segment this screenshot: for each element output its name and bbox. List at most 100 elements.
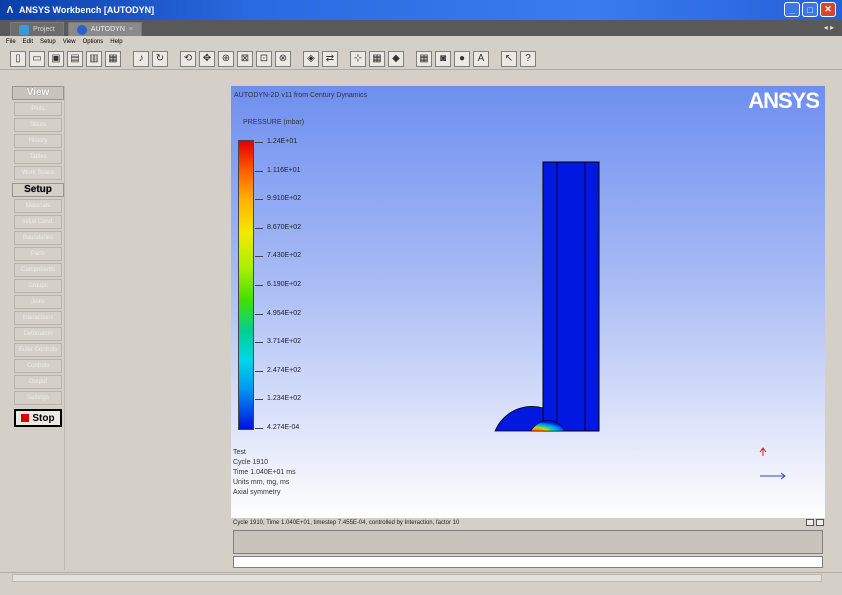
tab-label: Project (33, 26, 55, 33)
tab-autodyn[interactable]: AUTODYN × (67, 22, 142, 36)
legend-tick (255, 285, 263, 286)
text-icon[interactable]: A (473, 50, 489, 67)
menu-file[interactable]: File (6, 39, 16, 45)
toolbar-separator (294, 51, 300, 67)
legend-value-label: 9.910E+02 (267, 195, 302, 203)
info-panel: Test Cycle 1910 Time 1.040E+01 ms Units … (233, 448, 296, 498)
status-line: Cycle 1910, Time 1.040E+01, timestep 7.4… (231, 518, 825, 528)
menu-help[interactable]: Help (110, 39, 122, 45)
status-bar-field (12, 574, 822, 582)
stop-button[interactable]: Stop (14, 409, 62, 427)
nav-button-work-space[interactable]: Work Space (14, 166, 62, 180)
run-icon[interactable]: ♪ (133, 50, 149, 67)
column-outer (542, 161, 600, 432)
tab-label: AUTODYN (90, 26, 125, 33)
nav-button-euler-controls[interactable]: Euler Controls (14, 343, 62, 357)
navigation-panel: View Plots Slices History Tables Work Space … (12, 86, 64, 570)
nav-button-plots[interactable]: Plots (14, 102, 62, 116)
menu-edit[interactable]: Edit (23, 39, 33, 45)
command-input[interactable] (233, 556, 823, 568)
print-icon[interactable]: ▦ (105, 50, 121, 67)
help-icon[interactable]: ? (520, 50, 536, 67)
zoom-icon[interactable]: ⊕ (218, 50, 234, 67)
message-maximize-icon[interactable] (816, 519, 824, 526)
open-icon[interactable]: ▭ (29, 50, 45, 67)
legend-tick (255, 199, 263, 201)
view-group-header[interactable]: View (12, 86, 64, 100)
tab-bar: Project AUTODYN × ◂ ▸ (0, 20, 842, 36)
flip-icon[interactable]: ⇄ (322, 50, 338, 67)
axes-icon[interactable]: ⊹ (350, 50, 366, 67)
pan-icon[interactable]: ✥ (199, 50, 215, 67)
window-controls: _ □ ✕ (784, 2, 836, 17)
nav-button-joins[interactable]: Joins (14, 295, 62, 309)
legend-value-label: 8.670E+02 (267, 223, 302, 231)
legend-tick (255, 399, 263, 401)
legend-tick (255, 142, 263, 143)
pointer-icon[interactable]: ↖ (501, 50, 517, 67)
stop-label: Stop (32, 412, 55, 424)
save-icon[interactable]: ▣ (48, 50, 64, 67)
legend-value-label: 6.190E+02 (267, 281, 302, 288)
dialog-panel (64, 86, 231, 570)
render-icon[interactable]: ◆ (388, 50, 404, 67)
nav-button-boundaries[interactable]: Boundaries (14, 231, 62, 245)
view3d-icon[interactable]: ◈ (303, 50, 319, 67)
legend-tick (255, 256, 263, 258)
setup-group-header[interactable]: Setup (12, 183, 64, 197)
menu-view[interactable]: View (63, 39, 76, 45)
tab-project[interactable]: Project (10, 22, 64, 36)
graphics-viewport[interactable]: AUTODYN-2D v11 from Century Dynamics ANS… (231, 86, 825, 518)
camera-icon[interactable]: ◙ (435, 50, 451, 67)
nav-button-detonation[interactable]: Detonation (14, 327, 62, 341)
nav-button-parts[interactable]: Parts (14, 247, 62, 261)
menu-options[interactable]: Options (83, 39, 104, 45)
close-tab-icon[interactable]: × (129, 26, 133, 33)
zoom-box-icon[interactable]: ⊠ (237, 50, 253, 67)
nav-button-output[interactable]: Output (14, 375, 62, 389)
menu-bar: File Edit Setup View Options Help (0, 36, 842, 48)
new-icon[interactable]: ▯ (10, 50, 26, 67)
nav-button-tables[interactable]: Tables (14, 150, 62, 164)
fit-icon[interactable]: ⊡ (256, 50, 272, 67)
nav-button-materials[interactable]: Materials (14, 199, 62, 213)
refresh-icon[interactable]: ↻ (152, 50, 168, 67)
toolbar-separator (171, 51, 177, 67)
legend-tick (255, 370, 263, 372)
title-bar: Λ ANSYS Workbench [AUTODYN] _ □ ✕ (0, 0, 842, 20)
nav-button-initial-cond[interactable]: Initial Cond. (14, 215, 62, 229)
toolbar-separator (341, 51, 347, 67)
nav-button-history[interactable]: History (14, 134, 62, 148)
project-icon (19, 24, 29, 35)
nav-button-components[interactable]: Components (14, 263, 62, 277)
legend-value-label: 2.474E+02 (267, 366, 302, 374)
rotate-icon[interactable]: ⟲ (180, 50, 196, 67)
legend-value-label: 3.714E+02 (267, 338, 302, 346)
nav-button-controls[interactable]: Controls (14, 359, 62, 373)
message-minimize-icon[interactable] (806, 519, 814, 526)
menu-setup[interactable]: Setup (40, 39, 56, 45)
close-button[interactable]: ✕ (820, 2, 836, 17)
record-icon[interactable]: ● (454, 50, 470, 67)
tab-scroll-arrows-icon[interactable]: ◂ ▸ (824, 23, 834, 32)
message-log[interactable] (233, 530, 823, 554)
color-icon[interactable]: ▦ (369, 50, 385, 67)
minimize-button[interactable]: _ (784, 2, 800, 17)
legend-tick (255, 342, 263, 344)
grid-icon[interactable]: ▦ (416, 50, 432, 67)
nav-button-groups[interactable]: Groups (14, 279, 62, 293)
simulation-plot (494, 161, 786, 480)
stop-icon (21, 414, 30, 422)
nav-button-slices[interactable]: Slices (14, 118, 62, 132)
message-window-controls (806, 519, 824, 526)
save-as-icon[interactable]: ▤ (67, 50, 83, 67)
nav-button-interactions[interactable]: Interactions (14, 311, 62, 325)
maximize-button[interactable]: □ (802, 2, 818, 17)
info-line: Axial symmetry (233, 489, 281, 496)
reset-icon[interactable]: ⊗ (275, 50, 291, 67)
autodyn-icon (76, 24, 87, 35)
legend-tick (255, 170, 263, 172)
copy-icon[interactable]: ▥ (86, 50, 102, 67)
nav-button-settings[interactable]: Settings (14, 391, 62, 405)
legend-tick (255, 313, 263, 315)
